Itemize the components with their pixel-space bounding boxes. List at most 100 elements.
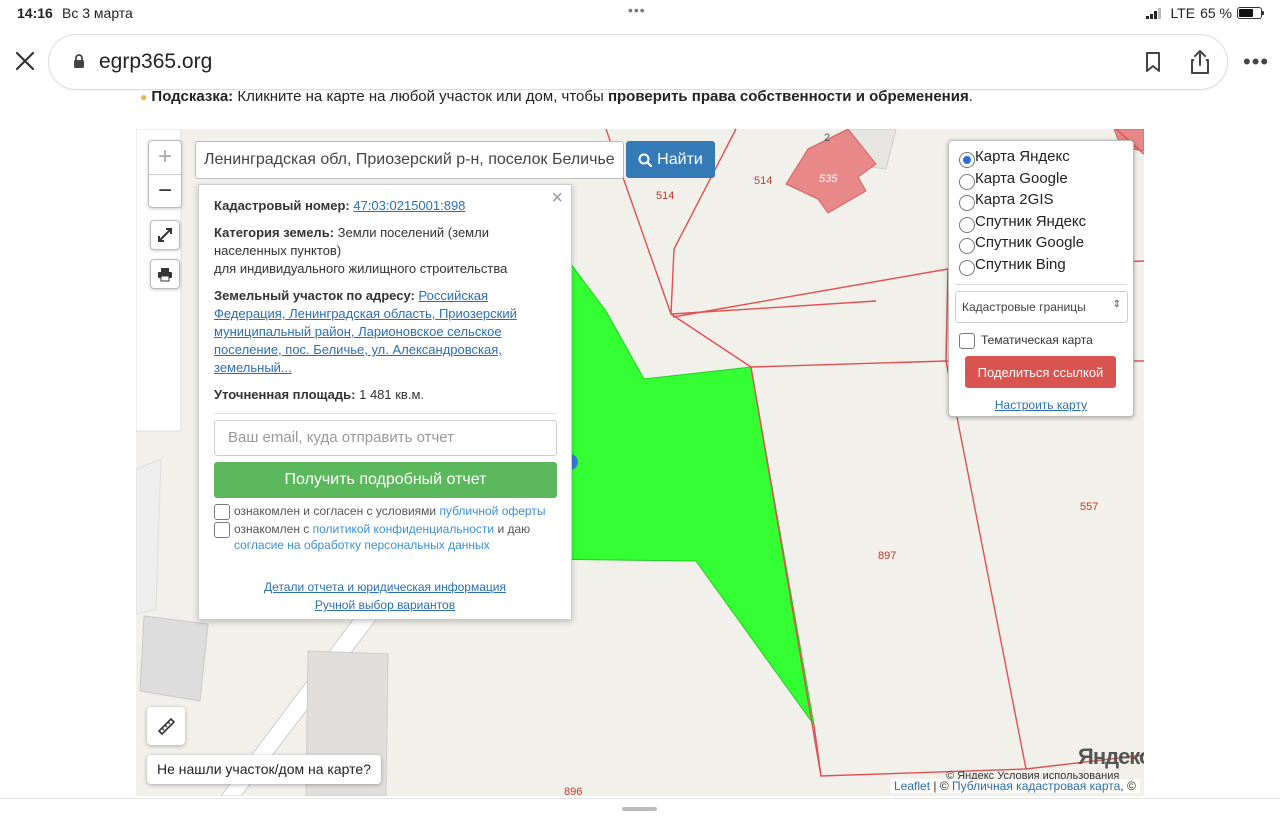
thematic-map-toggle[interactable]: Тематическая карта: [959, 331, 1123, 351]
search-icon: [638, 153, 653, 167]
hint-tail: .: [968, 88, 973, 105]
pkk-link[interactable]: Публичная кадастровая карта: [952, 779, 1120, 793]
radio-icon[interactable]: [959, 173, 975, 190]
thematic-label: Тематическая карта: [981, 333, 1093, 347]
offer-text: ознакомлен и согласен с условиями: [234, 504, 440, 518]
popup-footer: Детали отчета и юридическая информация Р…: [214, 578, 556, 614]
layer-yandex-satellite[interactable]: Спутник Яндекс: [959, 213, 1123, 235]
layer-label: Спутник Google: [975, 234, 1085, 251]
layer-bing-satellite[interactable]: Спутник Bing: [959, 256, 1123, 278]
map-label: 514: [754, 175, 772, 187]
privacy-mid: и даю: [494, 522, 531, 536]
radio-selected-icon[interactable]: [959, 152, 975, 168]
area-row: Уточненная площадь: 1 481 кв.м.: [214, 386, 556, 404]
printer-icon: [158, 268, 172, 282]
status-time: 14:16: [17, 5, 53, 21]
fullscreen-button[interactable]: [150, 220, 180, 250]
hint-line: ● Подсказка: Кликните на карте на любой …: [140, 88, 973, 106]
personal-data-link[interactable]: согласие на обработку персональных данны…: [234, 538, 490, 552]
zoom-out-button[interactable]: −: [149, 175, 181, 209]
manual-select-link[interactable]: Ручной выбор вариантов: [315, 598, 455, 612]
privacy-consent-row: ознакомлен с политикой конфиденциальност…: [214, 521, 556, 553]
yandex-logo: Яндекс: [1078, 744, 1144, 769]
overlay-select-value: Кадастровые границы: [962, 300, 1086, 314]
offer-checkbox[interactable]: [214, 504, 230, 520]
attribution-tail: , ©: [1120, 779, 1136, 793]
layers-panel: Карта Яндекс Карта Google Карта 2GIS Спу…: [948, 140, 1134, 417]
cadastral-label: Кадастровый номер:: [214, 198, 350, 213]
layer-label: Спутник Bing: [975, 255, 1066, 273]
multitask-dots-icon[interactable]: •••: [628, 2, 646, 18]
zoom-in-button[interactable]: +: [149, 141, 181, 175]
radio-icon[interactable]: [959, 259, 975, 276]
radio-icon[interactable]: [959, 238, 975, 254]
hint-bold: проверить права собственности и обремене…: [607, 88, 969, 105]
bookmark-icon[interactable]: [1143, 51, 1163, 73]
status-date: Вс 3 марта: [62, 5, 133, 21]
layers-divider: [955, 284, 1127, 285]
network-label: LTE: [1170, 5, 1196, 21]
map-label: 535: [819, 173, 838, 185]
hint-text: Кликните на карте на любой участок или д…: [233, 88, 608, 105]
category-label: Категория земель:: [214, 225, 335, 240]
get-report-button[interactable]: Получить подробный отчет: [214, 462, 557, 498]
map-canvas[interactable]: 2 514 514 535 557 897 896 + − Ленинградс…: [136, 129, 1144, 796]
status-bar: 14:16 Вс 3 марта ••• LTE 65 %: [0, 0, 1280, 26]
share-icon[interactable]: [1189, 49, 1211, 75]
more-icon[interactable]: •••: [1243, 51, 1269, 73]
offer-link[interactable]: публичной оферты: [439, 504, 545, 518]
bottom-toolbar: [0, 798, 1280, 834]
layer-2gis-map[interactable]: Карта 2GIS: [959, 191, 1123, 213]
close-icon[interactable]: [14, 50, 36, 72]
cadastral-row: Кадастровый номер: 47:03:0215001:898: [214, 197, 556, 215]
parcel-popup: × Кадастровый номер: 47:03:0215001:898 К…: [198, 184, 572, 620]
bulb-icon: ●: [140, 90, 148, 104]
popup-divider: [214, 413, 556, 414]
share-link-button[interactable]: Поделиться ссылкой: [965, 356, 1116, 388]
lock-icon: [74, 54, 84, 68]
building: [139, 615, 209, 702]
layer-google-satellite[interactable]: Спутник Google: [959, 234, 1123, 256]
offer-consent-row: ознакомлен и согласен с условиями публич…: [214, 503, 556, 520]
map-label: 514: [656, 190, 674, 202]
radio-icon[interactable]: [959, 216, 975, 233]
setup-map-link[interactable]: Настроить карту: [959, 398, 1123, 412]
select-arrows-icon: ⇕: [1112, 299, 1121, 310]
privacy-text: ознакомлен с: [234, 522, 313, 536]
layer-yandex-map[interactable]: Карта Яндекс: [959, 148, 1123, 170]
area-label: Уточненная площадь:: [214, 387, 356, 402]
map-label: 557: [1080, 501, 1098, 513]
cadastral-number-link[interactable]: 47:03:0215001:898: [353, 198, 465, 213]
area-value: 1 481 кв.м.: [355, 387, 424, 402]
privacy-link[interactable]: политикой конфиденциальности: [313, 522, 494, 536]
details-link[interactable]: Детали отчета и юридическая информация: [264, 580, 506, 594]
attribution-sep: | ©: [930, 779, 952, 793]
privacy-checkbox[interactable]: [214, 522, 230, 538]
search-button[interactable]: Найти: [626, 141, 715, 178]
overlay-select[interactable]: Кадастровые границы ⇕: [955, 291, 1128, 323]
url-text[interactable]: egrp365.org: [99, 50, 212, 74]
email-input[interactable]: Ваш email, куда отправить отчет: [214, 420, 557, 456]
address-search-input[interactable]: Ленинградская обл, Приозерский р-н, посе…: [195, 141, 624, 179]
signal-icon: [1146, 7, 1162, 19]
popup-close-icon[interactable]: ×: [551, 188, 563, 208]
address-row: Земельный участок по адресу: Российская …: [214, 287, 556, 377]
layer-label: Спутник Яндекс: [975, 212, 1087, 230]
layer-label: Карта Яндекс: [975, 148, 1070, 165]
category-row: Категория земель: Земли поселений (земли…: [214, 224, 556, 278]
map-label: 896: [564, 786, 582, 796]
usage-value: для индивидуального жилищного строительс…: [214, 261, 508, 276]
print-button[interactable]: [150, 259, 180, 289]
thematic-checkbox[interactable]: [959, 333, 975, 349]
measure-button[interactable]: [147, 707, 185, 745]
address-bar[interactable]: [48, 34, 1228, 90]
expand-icon: [158, 228, 172, 242]
layer-google-map[interactable]: Карта Google: [959, 170, 1123, 192]
browser-toolbar: egrp365.org •••: [0, 34, 1280, 90]
ruler-icon: [157, 717, 176, 736]
leaflet-link[interactable]: Leaflet: [894, 779, 930, 793]
not-found-button[interactable]: Не нашли участок/дом на карте?: [147, 755, 381, 784]
hint-label: Подсказка:: [151, 88, 234, 105]
radio-icon[interactable]: [959, 195, 975, 211]
home-handle[interactable]: [622, 807, 657, 811]
